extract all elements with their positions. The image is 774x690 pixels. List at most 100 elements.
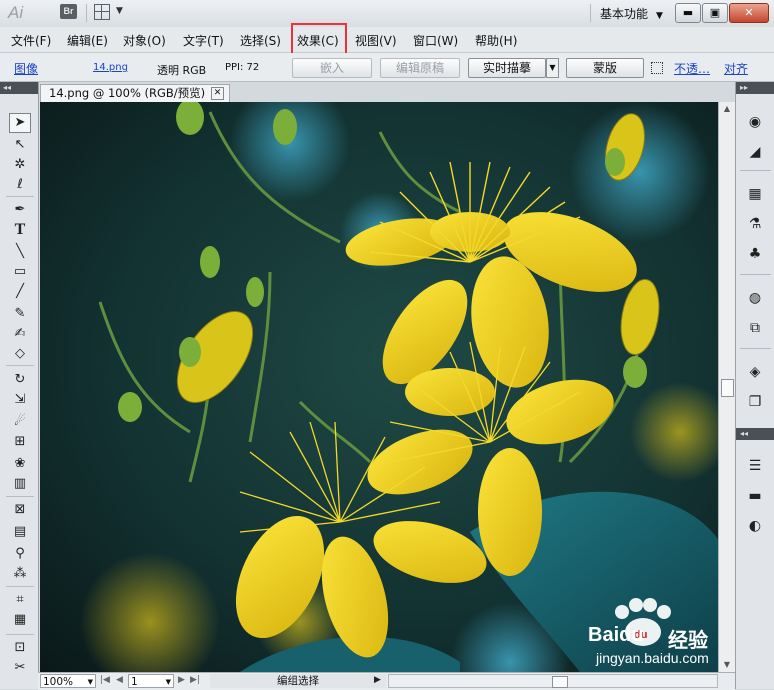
- slice-tool-icon[interactable]: ✂: [9, 658, 31, 678]
- artboards-icon[interactable]: ❐: [745, 392, 765, 412]
- zoom-select[interactable]: 100% ▼: [40, 674, 96, 688]
- magic-wand-tool-icon[interactable]: ✲: [9, 155, 31, 175]
- selection-tool-icon[interactable]: ➤: [9, 113, 31, 133]
- paintbrush-tool-icon[interactable]: ╱: [9, 282, 31, 302]
- menu-object[interactable]: 对象(O): [123, 32, 166, 49]
- image-link[interactable]: 图像: [14, 60, 38, 77]
- zoom-value: 100%: [43, 676, 74, 688]
- stroke-icon[interactable]: ☰: [745, 456, 765, 476]
- eyedropper-tool-icon[interactable]: ⚲: [9, 544, 31, 564]
- title-bar: Ai Br ▼ 基本功能 ▼ ▬ ▣ ✕: [0, 0, 774, 27]
- workspace-switcher[interactable]: 基本功能 ▼: [600, 5, 663, 22]
- chevron-down-icon: ▼: [116, 6, 123, 16]
- color-panel-icon[interactable]: ◉: [745, 112, 765, 132]
- panel-dock: ▸▸ ◉ ◢ ▦ ⚗ ♣ ◍ ⧉ ◈ ❐ ◂◂ ☰ ▬ ◐: [735, 82, 774, 689]
- color-guide-icon[interactable]: ◢: [745, 142, 765, 162]
- line-tool-icon[interactable]: ╲: [9, 242, 31, 262]
- watermark-url: jingyan.baidu.com: [596, 650, 709, 666]
- swatches-icon[interactable]: ▦: [745, 184, 765, 204]
- arrange-grid-icon: [94, 4, 110, 20]
- direct-selection-tool-icon[interactable]: ↖: [9, 135, 31, 155]
- minimize-button[interactable]: ▬: [675, 3, 701, 23]
- trace-options-dropdown[interactable]: ▼: [546, 58, 559, 78]
- pen-tool-icon[interactable]: ✒: [9, 200, 31, 220]
- menu-window[interactable]: 窗口(W): [413, 32, 458, 49]
- eraser-tool-icon[interactable]: ◇: [9, 344, 31, 364]
- menu-help[interactable]: 帮助(H): [475, 32, 517, 49]
- horizontal-scrollbar[interactable]: [388, 674, 718, 688]
- divider: [740, 274, 771, 275]
- gradient-icon[interactable]: ▬: [745, 486, 765, 506]
- tools-panel-header[interactable]: ◂◂: [0, 82, 38, 94]
- opacity-link[interactable]: 不透…: [674, 60, 710, 77]
- scroll-down-icon[interactable]: ▼: [719, 658, 735, 672]
- document-canvas[interactable]: du Baidu 经验 jingyan.baidu.com: [40, 102, 718, 672]
- symbol-sprayer-tool-icon[interactable]: ❀: [9, 454, 31, 474]
- divider: [6, 634, 34, 635]
- layers-icon[interactable]: ◈: [745, 362, 765, 382]
- chevron-down-icon: ▼: [87, 678, 93, 686]
- brushes-icon[interactable]: ⚗: [745, 214, 765, 234]
- last-artboard-icon[interactable]: ▶|: [190, 675, 200, 685]
- pencil-tool-icon[interactable]: ✎: [9, 304, 31, 324]
- dock-header[interactable]: ▸▸: [736, 82, 774, 94]
- free-transform-tool-icon[interactable]: ⊞: [9, 432, 31, 452]
- scroll-thumb[interactable]: [552, 676, 568, 688]
- transform-icon[interactable]: [651, 62, 663, 74]
- mesh-tool-icon[interactable]: ⊠: [9, 500, 31, 520]
- maximize-button[interactable]: ▣: [702, 3, 728, 23]
- divider: [590, 4, 591, 22]
- edit-original-button[interactable]: 编辑原稿: [380, 58, 460, 78]
- live-trace-button[interactable]: 实时描摹: [468, 58, 546, 78]
- rotate-tool-icon[interactable]: ↻: [9, 370, 31, 390]
- divider: [740, 348, 771, 349]
- transparency-icon[interactable]: ◐: [745, 516, 765, 536]
- scroll-up-icon[interactable]: ▲: [719, 102, 735, 116]
- appearance-icon[interactable]: ⧉: [745, 318, 765, 338]
- graph-tool-icon[interactable]: ▦: [9, 610, 31, 630]
- menu-edit[interactable]: 编辑(E): [67, 32, 108, 49]
- ppi-label: PPI: 72: [225, 62, 260, 73]
- menu-view[interactable]: 视图(V): [355, 32, 397, 49]
- bridge-button[interactable]: Br: [60, 4, 77, 19]
- rectangle-tool-icon[interactable]: ▭: [9, 262, 31, 282]
- blend-tool-icon[interactable]: ⁂: [9, 564, 31, 584]
- artboard-tool-icon[interactable]: ⊡: [9, 638, 31, 658]
- menu-type[interactable]: 文字(T): [183, 32, 224, 49]
- dock-header[interactable]: ◂◂: [736, 428, 774, 440]
- symbol-tool-icon[interactable]: ⌗: [9, 590, 31, 610]
- type-tool-icon[interactable]: T: [9, 220, 31, 240]
- next-artboard-icon[interactable]: ▶: [178, 675, 185, 685]
- column-graph-tool-icon[interactable]: ▥: [9, 474, 31, 494]
- embed-button[interactable]: 嵌入: [292, 58, 372, 78]
- artboard-select[interactable]: 1 ▼: [128, 674, 174, 688]
- divider: [6, 496, 34, 497]
- menu-select[interactable]: 选择(S): [240, 32, 281, 49]
- document-tab[interactable]: 14.png @ 100% (RGB/预览) ✕: [40, 84, 230, 102]
- filename-link[interactable]: 14.png: [93, 62, 128, 73]
- arrange-documents-button[interactable]: ▼: [94, 4, 126, 20]
- blob-brush-tool-icon[interactable]: ✍: [9, 324, 31, 344]
- mask-button[interactable]: 蒙版: [566, 58, 644, 78]
- first-artboard-icon[interactable]: |◀: [100, 675, 110, 685]
- warp-tool-icon[interactable]: ☄: [9, 412, 31, 432]
- align-link[interactable]: 对齐: [724, 60, 748, 77]
- placed-flower-image: du: [40, 102, 718, 672]
- symbols-icon[interactable]: ♣: [745, 244, 765, 264]
- divider: [86, 4, 87, 22]
- close-icon[interactable]: ✕: [211, 87, 224, 100]
- divider: [6, 586, 34, 587]
- scale-tool-icon[interactable]: ⇲: [9, 390, 31, 410]
- vertical-scrollbar[interactable]: ▲ ▼: [718, 102, 735, 672]
- lasso-tool-icon[interactable]: ℓ: [9, 175, 31, 195]
- graphic-styles-icon[interactable]: ◍: [745, 288, 765, 308]
- workspace-label: 基本功能: [600, 7, 649, 21]
- scroll-thumb[interactable]: [721, 379, 734, 397]
- status-menu-icon[interactable]: ▶: [374, 675, 381, 685]
- previous-artboard-icon[interactable]: ◀: [116, 675, 123, 685]
- color-mode-label: 透明 RGB: [157, 64, 207, 77]
- gradient-tool-icon[interactable]: ▤: [9, 522, 31, 542]
- close-button[interactable]: ✕: [729, 3, 769, 23]
- chevron-down-icon: ▼: [656, 11, 663, 21]
- menu-file[interactable]: 文件(F): [11, 32, 51, 49]
